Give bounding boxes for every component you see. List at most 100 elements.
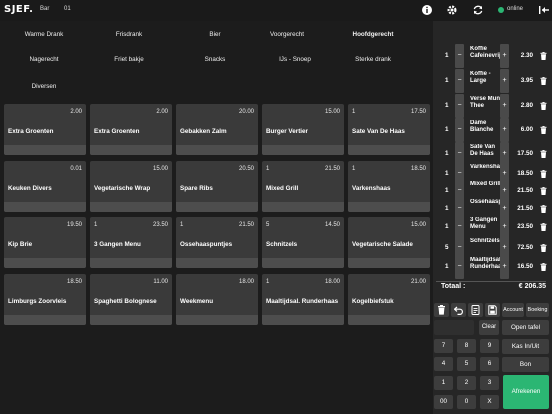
trash-icon[interactable]	[540, 52, 547, 60]
category-nagerecht[interactable]: Nagerecht	[5, 52, 83, 68]
product-tile[interactable]: 1 17.50 Sate Van De Haas	[348, 104, 430, 155]
amount-display	[434, 320, 474, 335]
keypad-key-5[interactable]: 5	[457, 357, 476, 371]
trash-icon[interactable]	[540, 187, 547, 195]
category-diversen[interactable]: Diversen	[5, 79, 83, 95]
trash-icon[interactable]	[540, 205, 547, 213]
refresh-icon[interactable]	[472, 4, 484, 16]
category-warme-drank[interactable]: Warme Drank	[5, 27, 83, 43]
afrekenen-button[interactable]: Afrekenen	[503, 375, 549, 409]
category-hoofdgerecht[interactable]: Hoofdgerecht	[334, 27, 412, 43]
decrease-qty-button[interactable]: −	[455, 44, 464, 68]
trash-icon[interactable]	[540, 244, 547, 252]
decrease-qty-button[interactable]: −	[455, 69, 464, 93]
logout-icon[interactable]	[538, 4, 550, 16]
keypad-key-x[interactable]: X	[480, 395, 499, 409]
trash-icon[interactable]	[540, 223, 547, 231]
order-line-qty: 1	[445, 102, 449, 109]
kas-in-uit-button[interactable]: Kas In/Uit	[502, 339, 549, 354]
receipt-button[interactable]	[468, 303, 483, 317]
tile-footer	[90, 202, 172, 212]
order-line[interactable]: 1− Dame Blanche +6.00	[433, 118, 552, 142]
product-tile[interactable]: 18.50 Limburgs Zoorvleis	[4, 274, 86, 325]
undo-button[interactable]	[451, 303, 466, 317]
trash-icon[interactable]	[540, 170, 547, 178]
keypad-key-7[interactable]: 7	[434, 339, 453, 353]
category-frisdrank[interactable]: Frisdrank	[90, 27, 168, 43]
category-ijs-snoep[interactable]: IJs - Snoep	[256, 52, 334, 68]
trash-icon[interactable]	[540, 126, 547, 134]
increase-qty-button[interactable]: +	[500, 44, 509, 68]
category-bier[interactable]: Bier	[176, 27, 254, 43]
product-tile[interactable]: 15.00 Burger Vertier	[262, 104, 344, 155]
order-line[interactable]: 1− Koffie Cafeinevrij +2.30	[433, 44, 552, 68]
decrease-qty-button[interactable]: −	[455, 255, 464, 279]
product-tile[interactable]: 19.50 Kip Brie	[4, 217, 86, 268]
product-tile[interactable]: 1 18.50 Varkenshaas	[348, 161, 430, 212]
boeking-button[interactable]: Boeking	[526, 303, 549, 317]
product-tile[interactable]: 1 21.50 Mixed Grill	[262, 161, 344, 212]
open-tafel-button[interactable]: Open tafel	[502, 320, 549, 335]
product-name: Vegetarische Wrap	[94, 185, 151, 192]
product-tile[interactable]: 5 14.50 Schnitzels	[262, 217, 344, 268]
table-number[interactable]: 01	[64, 6, 71, 12]
trash-icon[interactable]	[540, 150, 547, 158]
save-button[interactable]	[485, 303, 500, 317]
tile-footer	[4, 315, 86, 325]
product-tile[interactable]: 11.00 Spaghetti Bolognese	[90, 274, 172, 325]
location-label[interactable]: Bar	[40, 6, 49, 12]
increase-qty-button[interactable]: +	[500, 94, 509, 118]
clear-button[interactable]: Clear	[479, 320, 499, 335]
keypad-key-3[interactable]: 3	[480, 376, 499, 390]
category-voorgerecht[interactable]: Voorgerecht	[248, 27, 326, 43]
product-tile[interactable]: 15.00 Vegetarische Wrap	[90, 161, 172, 212]
decrease-qty-button[interactable]: −	[455, 94, 464, 118]
order-line-price: 17.50	[517, 150, 533, 157]
keypad-key-8[interactable]: 8	[457, 339, 476, 353]
bon-button[interactable]: Bon	[502, 357, 549, 372]
product-tile[interactable]: 2.00 Extra Groenten	[90, 104, 172, 155]
product-name: Keuken Divers	[8, 185, 52, 192]
product-tile[interactable]: 15.00 Vegetarische Salade	[348, 217, 430, 268]
product-tile[interactable]: 1 21.50 Ossehaaspuntjes	[176, 217, 258, 268]
top-bar: SJEF. Bar 01 online	[0, 0, 552, 21]
increase-qty-button[interactable]: +	[500, 255, 509, 279]
keypad-key-0[interactable]: 0	[457, 395, 476, 409]
decrease-qty-button[interactable]: −	[455, 118, 464, 142]
category-sterke-drank[interactable]: Sterke drank	[334, 52, 412, 68]
keypad-key-2[interactable]: 2	[457, 376, 476, 390]
product-tile[interactable]: 20.00 Gebakken Zalm	[176, 104, 258, 155]
keypad-key-4[interactable]: 4	[434, 357, 453, 371]
order-line[interactable]: 1− Koffie - Large +3.95	[433, 69, 552, 93]
delete-order-button[interactable]	[434, 303, 449, 317]
product-price: 19.50	[66, 222, 82, 228]
keypad-key-1[interactable]: 1	[434, 376, 453, 390]
increase-qty-button[interactable]: +	[500, 118, 509, 142]
trash-icon[interactable]	[540, 77, 547, 85]
product-name: Kogelbiefstuk	[352, 298, 394, 305]
tile-footer	[348, 315, 430, 325]
product-tile[interactable]: 0.01 Keuken Divers	[4, 161, 86, 212]
order-line-name: Verse Munt Thee	[470, 96, 503, 109]
gear-icon[interactable]	[446, 4, 458, 16]
trash-icon[interactable]	[540, 102, 547, 110]
keypad-key-00[interactable]: 00	[434, 395, 453, 409]
product-tile[interactable]: 2.00 Extra Groenten	[4, 104, 86, 155]
product-tile[interactable]: 1 18.00 Maaltijdsal. Runderhaas	[262, 274, 344, 325]
trash-icon[interactable]	[540, 263, 547, 271]
product-tile[interactable]: 20.50 Spare Ribs	[176, 161, 258, 212]
category-friet-bakje[interactable]: Friet bakje	[90, 52, 168, 68]
category-snacks[interactable]: Snacks	[176, 52, 254, 68]
order-line[interactable]: 1− Verse Munt Thee +2.80	[433, 94, 552, 118]
tile-footer	[262, 202, 344, 212]
increase-qty-button[interactable]: +	[500, 69, 509, 93]
order-line[interactable]: 1− Maaltijdsal. Runderhaas +16.50	[433, 255, 552, 279]
keypad-key-9[interactable]: 9	[480, 339, 499, 353]
order-line-qty: 1	[445, 77, 449, 84]
info-icon[interactable]	[421, 4, 433, 16]
product-tile[interactable]: 18.00 Weekmenu	[176, 274, 258, 325]
product-tile[interactable]: 1 23.50 3 Gangen Menu	[90, 217, 172, 268]
product-tile[interactable]: 21.00 Kogelbiefstuk	[348, 274, 430, 325]
keypad-key-6[interactable]: 6	[480, 357, 499, 371]
account-button[interactable]: Account	[502, 303, 524, 317]
